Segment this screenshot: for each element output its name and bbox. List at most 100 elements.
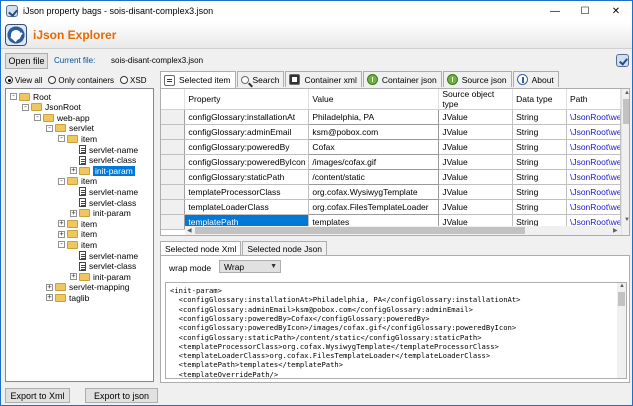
tab-selected-item[interactable]: Selected item <box>160 71 236 88</box>
grid-cell-property[interactable]: configGlossary:adminEmail <box>184 124 310 140</box>
tree-node[interactable]: servlet-class <box>70 197 136 208</box>
tree-node[interactable]: servlet-name <box>70 144 138 155</box>
grid-cell-source-object-type[interactable]: JValue <box>438 139 514 155</box>
tree-node-label[interactable]: init-param <box>93 165 135 176</box>
tree-node[interactable]: - JsonRoot <box>22 102 81 113</box>
row-header[interactable] <box>161 109 186 125</box>
grid-cell-property[interactable]: configGlossary:poweredByIcon <box>184 154 310 170</box>
tree-node-label[interactable]: servlet-mapping <box>69 282 129 292</box>
maximize-button[interactable]: ☐ <box>570 1 600 21</box>
grid-cell-value[interactable]: org.cofax.FilesTemplateLoader <box>308 199 440 215</box>
tree-node-label[interactable]: init-param <box>93 208 131 218</box>
expand-icon[interactable]: + <box>70 273 77 281</box>
grid-cell-property[interactable]: templateLoaderClass <box>184 199 310 215</box>
tree-node[interactable]: + servlet-mapping <box>46 282 129 293</box>
table-row[interactable]: configGlossary:poweredByIcon/images/cofa… <box>161 154 622 170</box>
tree-node[interactable]: + item <box>58 229 97 240</box>
row-header[interactable] <box>161 139 186 155</box>
tree-node[interactable]: + init-param <box>70 271 131 282</box>
grid-cell-value[interactable]: /content/static <box>308 169 440 185</box>
close-button[interactable]: ✕ <box>600 1 632 21</box>
tree-node-label[interactable]: item <box>81 219 97 229</box>
grid-cell-property[interactable]: configGlossary:staticPath <box>184 169 310 185</box>
code-vertical-scrollbar[interactable]: ▲ <box>617 283 626 378</box>
row-header[interactable] <box>161 124 186 140</box>
table-row[interactable]: configGlossary:installationAt Philadelphi… <box>161 109 622 125</box>
grid-cell-path[interactable]: \JsonRoot\web <box>566 199 622 215</box>
tab-source-json[interactable]: Source json <box>442 71 512 87</box>
grid-cell-value[interactable]: /images/cofax.gif <box>308 154 440 170</box>
row-header[interactable] <box>161 214 186 230</box>
tree-node-label[interactable]: servlet-name <box>89 251 138 261</box>
table-row[interactable]: templateLoaderClass org.cofax.FilesTempla… <box>161 199 622 215</box>
grid-cell-source-object-type[interactable]: JValue <box>438 199 514 215</box>
tree-node[interactable]: servlet-class <box>70 155 136 166</box>
tree-node-label[interactable]: servlet-class <box>89 261 136 271</box>
tab-container-xml[interactable]: Container xml <box>285 71 362 87</box>
grid-cell-property[interactable]: configGlossary:poweredBy <box>184 139 310 155</box>
open-file-button[interactable]: Open file <box>5 53 48 69</box>
tree-node[interactable]: + init-param <box>70 165 135 176</box>
column-header[interactable]: Source object type <box>438 89 514 110</box>
minimize-button[interactable]: — <box>540 1 570 21</box>
grid-cell-value[interactable]: Philadelphia, PA <box>308 109 440 125</box>
collapse-icon[interactable]: - <box>58 135 65 143</box>
grid-horizontal-scrollbar[interactable]: ◀ ▶ <box>185 226 621 235</box>
table-row[interactable]: templateProcessorClass org.cofax.WysiwygT… <box>161 184 622 200</box>
tree-node-label[interactable]: taglib <box>69 293 89 303</box>
tree-node[interactable]: servlet-name <box>70 186 138 197</box>
tree-node[interactable]: - Root <box>10 91 51 102</box>
tree-node[interactable]: + init-param <box>70 208 131 219</box>
tree-node[interactable]: - web-app <box>34 112 90 123</box>
scroll-left-icon[interactable]: ◀ <box>187 227 192 234</box>
scroll-down-icon[interactable]: ▼ <box>624 217 629 223</box>
table-row[interactable]: configGlossary:staticPath/content/static… <box>161 169 622 185</box>
tree-node[interactable]: servlet-name <box>70 250 138 261</box>
tree-node-label[interactable]: servlet-class <box>89 198 136 208</box>
grid-cell-source-object-type[interactable]: JValue <box>438 169 514 185</box>
tree-node-label[interactable]: Root <box>33 92 51 102</box>
radio-xsd[interactable]: XSD <box>120 76 146 85</box>
grid-cell-path[interactable]: \JsonRoot\web <box>566 184 622 200</box>
grid-cell-data-type[interactable]: String <box>512 124 567 140</box>
row-header[interactable] <box>161 169 186 185</box>
tree-node[interactable]: - servlet <box>46 123 94 134</box>
tree-node[interactable]: - item <box>58 176 97 187</box>
tree-node-label[interactable]: item <box>81 240 97 250</box>
column-header[interactable]: Property <box>184 89 310 110</box>
scroll-thumb[interactable] <box>618 292 625 306</box>
grid-cell-path[interactable]: \JsonRoot\web <box>566 124 622 140</box>
scroll-right-icon[interactable]: ▶ <box>613 227 618 234</box>
grid-cell-path[interactable]: \JsonRoot\web <box>566 169 622 185</box>
tree-node-label[interactable]: servlet-class <box>89 155 136 165</box>
row-header[interactable] <box>161 199 186 215</box>
column-header[interactable]: Data type <box>512 89 567 110</box>
export-xml-button[interactable]: Export to Xml <box>5 388 70 403</box>
grid-cell-source-object-type[interactable]: JValue <box>438 154 514 170</box>
tree-node[interactable]: - item <box>58 239 97 250</box>
expand-icon[interactable]: + <box>70 167 77 175</box>
collapse-icon[interactable]: - <box>22 103 29 111</box>
grid-cell-value[interactable]: Cofax <box>308 139 440 155</box>
xml-code-view[interactable]: ▲ <init-param> <configGlossary:installat… <box>165 282 627 379</box>
scroll-up-icon[interactable]: ▲ <box>619 283 625 289</box>
tree-node[interactable]: + taglib <box>46 292 89 303</box>
tab-search[interactable]: Search <box>236 71 285 87</box>
tree-node[interactable]: - item <box>58 133 97 144</box>
table-row[interactable]: configGlossary:adminEmail ksm@pobox.com JV… <box>161 124 622 140</box>
tree-node-label[interactable]: JsonRoot <box>45 102 81 112</box>
expand-icon[interactable]: + <box>58 220 65 228</box>
collapse-icon[interactable]: - <box>34 114 41 122</box>
tab-about[interactable]: About <box>512 71 559 87</box>
expand-icon[interactable]: + <box>70 209 77 217</box>
grid-cell-property[interactable]: templateProcessorClass <box>184 184 310 200</box>
tree-node[interactable]: servlet-class <box>70 261 136 272</box>
grid-cell-data-type[interactable]: String <box>512 109 567 125</box>
tree-node-label[interactable]: item <box>81 229 97 239</box>
scroll-thumb[interactable] <box>623 99 629 124</box>
grid-cell-data-type[interactable]: String <box>512 139 567 155</box>
column-header[interactable]: Value <box>308 89 440 110</box>
tree-node-label[interactable]: web-app <box>57 113 90 123</box>
grid-cell-value[interactable]: ksm@pobox.com <box>308 124 440 140</box>
tree-node-label[interactable]: init-param <box>93 272 131 282</box>
